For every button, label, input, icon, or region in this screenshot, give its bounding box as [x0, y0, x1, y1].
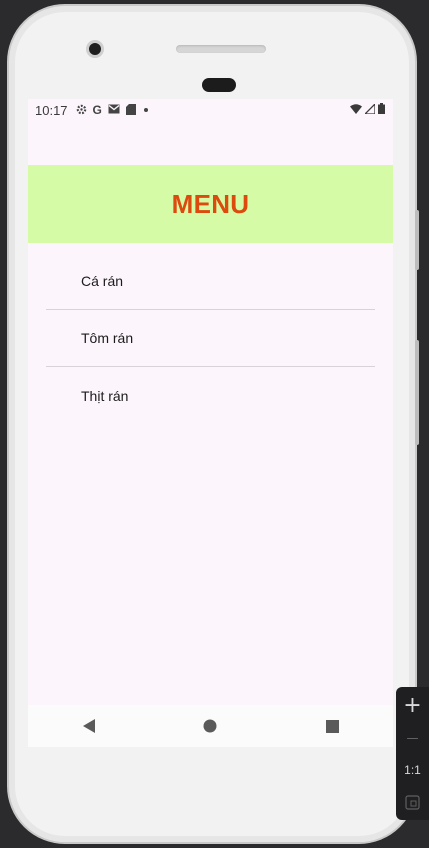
list-item-label: Cá rán [81, 273, 124, 289]
google-icon: G [92, 103, 102, 117]
gear-icon [76, 104, 87, 117]
back-button[interactable] [69, 711, 109, 741]
gmail-icon [108, 104, 120, 116]
navigation-bar [28, 705, 393, 747]
earpiece-speaker [176, 45, 266, 53]
dot-icon [142, 105, 150, 116]
status-time: 10:17 [35, 102, 68, 118]
actual-size-button[interactable]: 1:1 [396, 755, 429, 785]
list-item-label: Thịt rán [81, 387, 129, 404]
fit-screen-button[interactable] [396, 787, 429, 817]
list-item[interactable]: Cá rán [46, 253, 375, 310]
status-bar: 10:17 G [28, 99, 393, 121]
recents-icon [325, 719, 339, 733]
wifi-icon [350, 103, 362, 117]
sd-card-icon [125, 103, 136, 117]
front-camera [86, 40, 104, 58]
home-button[interactable] [190, 711, 230, 741]
home-icon [203, 719, 217, 733]
battery-icon [378, 103, 385, 117]
volume-button [415, 340, 419, 445]
power-button [415, 210, 419, 270]
zoom-out-button[interactable]: — [396, 723, 429, 753]
menu-header: MENU [28, 165, 393, 243]
emulator-toolbar: + — 1:1 [396, 687, 429, 820]
recents-button[interactable] [312, 711, 352, 741]
back-icon [82, 719, 95, 733]
list-item[interactable]: Tôm rán [46, 310, 375, 367]
list-item-label: Tôm rán [81, 330, 134, 346]
proximity-sensor [202, 78, 236, 92]
signal-icon [363, 102, 376, 117]
zoom-in-button[interactable]: + [396, 690, 429, 720]
menu-list: Cá rán Tôm rán Thịt rán [46, 253, 375, 424]
page-title: MENU [171, 188, 250, 219]
fit-screen-icon [405, 794, 420, 810]
app-screen: 10:17 G MENU Cá rán Tôm rán Thịt rán [28, 99, 393, 747]
list-item[interactable]: Thịt rán [46, 367, 375, 424]
